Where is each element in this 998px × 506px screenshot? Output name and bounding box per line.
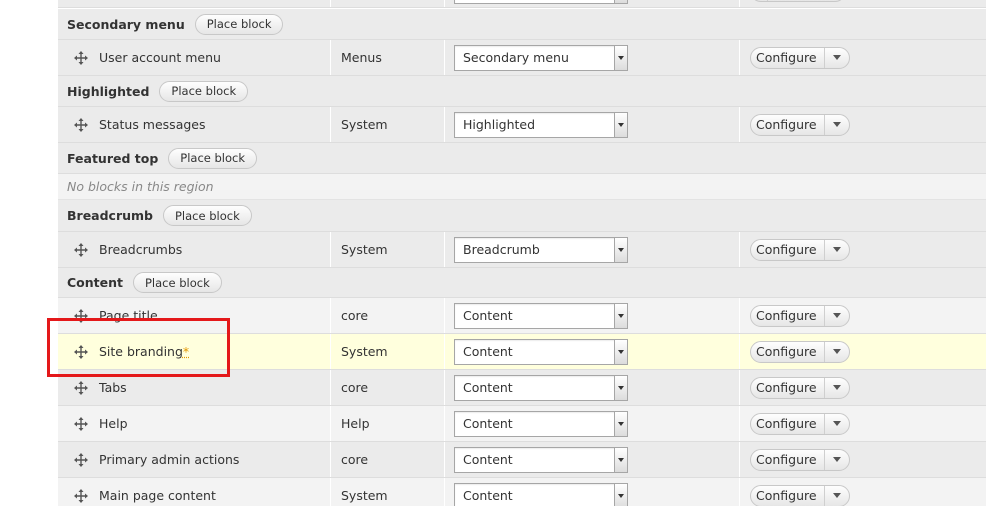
- region-header-content: Content Place block: [58, 268, 986, 298]
- chevron-down-icon: [614, 303, 627, 328]
- region-select[interactable]: Content: [454, 446, 628, 473]
- table-row: Main page content System Content Configu…: [58, 478, 986, 506]
- caret-down-icon[interactable]: [825, 486, 849, 506]
- caret-down-icon[interactable]: [768, 0, 792, 1]
- configure-button[interactable]: [750, 0, 846, 2]
- configure-button[interactable]: Configure: [750, 484, 850, 506]
- configure-button[interactable]: Configure: [750, 376, 850, 399]
- caret-down-icon[interactable]: [825, 414, 849, 434]
- region-header-breadcrumb: Breadcrumb Place block: [58, 200, 986, 232]
- annotation-highlight-box: [47, 318, 230, 377]
- configure-button[interactable]: Configure: [750, 412, 850, 435]
- table-row: Status messages System Highlighted Confi…: [58, 107, 986, 143]
- caret-down-icon[interactable]: [825, 115, 849, 135]
- caret-down-icon[interactable]: [825, 378, 849, 398]
- table-row: [58, 0, 986, 8]
- table-row: Breadcrumbs System Breadcrumb Configure: [58, 232, 986, 268]
- chevron-down-icon: [614, 375, 627, 400]
- region-select[interactable]: Highlighted: [454, 111, 628, 138]
- chevron-down-icon: [614, 447, 627, 472]
- block-category: core: [331, 370, 445, 405]
- chevron-down-icon: [614, 411, 627, 436]
- configure-button[interactable]: Configure: [750, 304, 850, 327]
- block-layout-table: Secondary menu Place block User account …: [58, 0, 986, 506]
- caret-down-icon[interactable]: [825, 342, 849, 362]
- region-select[interactable]: Content: [454, 482, 628, 506]
- place-block-button[interactable]: Place block: [194, 13, 284, 35]
- block-title: Breadcrumbs: [99, 242, 183, 257]
- region-select[interactable]: Content: [454, 302, 628, 329]
- block-title: Help: [99, 416, 128, 431]
- region-title: Breadcrumb: [67, 208, 153, 223]
- caret-down-icon[interactable]: [825, 306, 849, 326]
- block-category: Help: [331, 406, 445, 441]
- place-block-button[interactable]: Place block: [168, 147, 258, 169]
- block-category: System: [331, 107, 445, 142]
- block-title: Status messages: [99, 117, 206, 132]
- region-select[interactable]: Breadcrumb: [454, 236, 628, 263]
- move-arrows-icon[interactable]: [73, 416, 89, 432]
- block-title: Tabs: [99, 380, 127, 395]
- region-select[interactable]: Secondary menu: [454, 44, 628, 71]
- block-category: Menus: [331, 40, 445, 75]
- chevron-down-icon: [614, 45, 627, 70]
- region-select[interactable]: Content: [454, 338, 628, 365]
- place-block-button[interactable]: Place block: [159, 80, 249, 102]
- region-select[interactable]: Content: [454, 374, 628, 401]
- configure-button[interactable]: Configure: [750, 340, 850, 363]
- region-select[interactable]: Content: [454, 410, 628, 437]
- caret-down-icon[interactable]: [825, 240, 849, 260]
- table-row: User account menu Menus Secondary menu C…: [58, 40, 986, 76]
- table-row: Help Help Content Configure: [58, 406, 986, 442]
- region-select[interactable]: [454, 0, 628, 4]
- empty-region-message: No blocks in this region: [58, 174, 986, 200]
- configure-button[interactable]: Configure: [750, 113, 850, 136]
- block-category: System: [331, 478, 445, 506]
- block-title: User account menu: [99, 50, 221, 65]
- block-category: core: [331, 442, 445, 477]
- region-header-secondary-menu: Secondary menu Place block: [58, 9, 986, 40]
- move-arrows-icon[interactable]: [73, 117, 89, 133]
- region-title: Secondary menu: [67, 16, 185, 32]
- chevron-down-icon: [614, 339, 627, 364]
- move-arrows-icon[interactable]: [73, 380, 89, 396]
- table-row: Primary admin actions core Content Confi…: [58, 442, 986, 478]
- place-block-button[interactable]: Place block: [163, 205, 252, 226]
- configure-button[interactable]: Configure: [750, 448, 850, 471]
- region-header-highlighted: Highlighted Place block: [58, 76, 986, 107]
- region-header-featured-top: Featured top Place block: [58, 143, 986, 174]
- chevron-down-icon: [614, 237, 627, 262]
- move-arrows-icon[interactable]: [73, 242, 89, 258]
- chevron-down-icon: [614, 483, 627, 506]
- chevron-down-icon: [614, 112, 627, 137]
- block-category: System: [331, 232, 445, 267]
- region-title: Content: [67, 275, 123, 290]
- place-block-button[interactable]: Place block: [133, 272, 222, 293]
- block-title: Main page content: [99, 488, 216, 503]
- move-arrows-icon[interactable]: [73, 452, 89, 468]
- configure-button[interactable]: Configure: [750, 238, 850, 261]
- configure-button[interactable]: Configure: [750, 46, 850, 69]
- chevron-down-icon: [614, 0, 627, 3]
- move-arrows-icon[interactable]: [73, 488, 89, 504]
- caret-down-icon[interactable]: [825, 450, 849, 470]
- move-arrows-icon[interactable]: [73, 50, 89, 66]
- caret-down-icon[interactable]: [825, 48, 849, 68]
- block-category: System: [331, 334, 445, 369]
- block-category: core: [331, 298, 445, 333]
- region-title: Highlighted: [67, 83, 150, 99]
- region-title: Featured top: [67, 150, 159, 166]
- block-title: Primary admin actions: [99, 452, 240, 467]
